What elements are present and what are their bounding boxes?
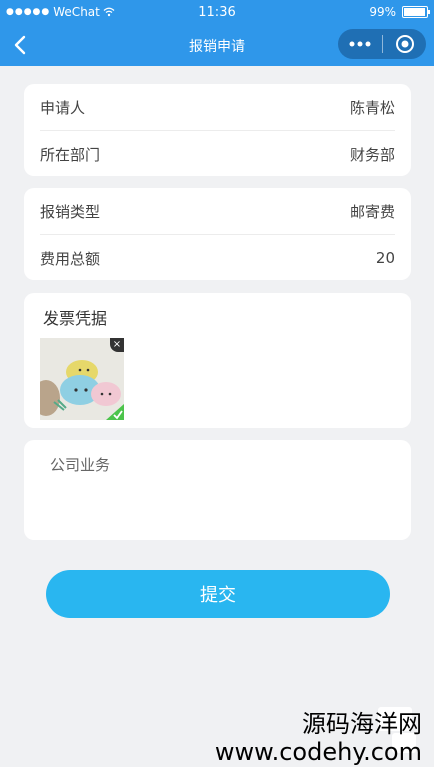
department-label: 所在部门 (40, 145, 101, 164)
more-button[interactable] (338, 29, 382, 59)
status-bar: ●●●●● WeChat 11:36 99% (0, 0, 434, 24)
applicant-card: 申请人 陈青松 所在部门 财务部 (24, 84, 411, 176)
applicant-row: 申请人 陈青松 (40, 84, 395, 130)
close-miniprogram-button[interactable] (383, 29, 426, 59)
watermark-line-1: 源码海洋网 (302, 710, 422, 738)
reimburse-type-row[interactable]: 报销类型 邮寄费 (40, 188, 395, 234)
expense-card: 报销类型 邮寄费 费用总额 20 (24, 188, 411, 280)
target-circle-icon (395, 35, 414, 53)
department-value: 财务部 (349, 145, 395, 164)
reimburse-type-label: 报销类型 (40, 202, 101, 221)
watermark: 源码海洋网 www.codehy.com (215, 710, 422, 766)
invoice-title: 发票凭据 (43, 309, 108, 328)
total-amount-label: 费用总额 (40, 249, 101, 268)
capsule-menu (338, 29, 426, 59)
invoice-card: 发票凭据 × (24, 293, 411, 428)
more-dots-icon (349, 41, 371, 47)
watermark-line-2: www.codehy.com (214, 738, 422, 766)
department-row: 所在部门 财务部 (40, 130, 395, 177)
invoice-thumbnail[interactable]: × (40, 338, 124, 420)
battery-icon (402, 6, 430, 18)
checkmark-icon (106, 404, 124, 420)
applicant-label: 申请人 (40, 98, 86, 117)
remove-image-button[interactable]: × (110, 338, 124, 352)
total-amount-input[interactable]: 20 (376, 249, 395, 267)
status-right: 99% (369, 5, 430, 19)
battery-percent: 99% (369, 5, 396, 19)
total-amount-row[interactable]: 费用总额 20 (40, 234, 395, 281)
submit-button[interactable]: 提交 (46, 570, 390, 618)
notes-card[interactable]: 公司业务 (24, 440, 411, 540)
notes-textarea[interactable]: 公司业务 (50, 454, 110, 475)
nav-bar: 报销申请 (0, 24, 434, 66)
reimburse-type-value[interactable]: 邮寄费 (350, 201, 395, 222)
applicant-value: 陈青松 (349, 98, 395, 117)
